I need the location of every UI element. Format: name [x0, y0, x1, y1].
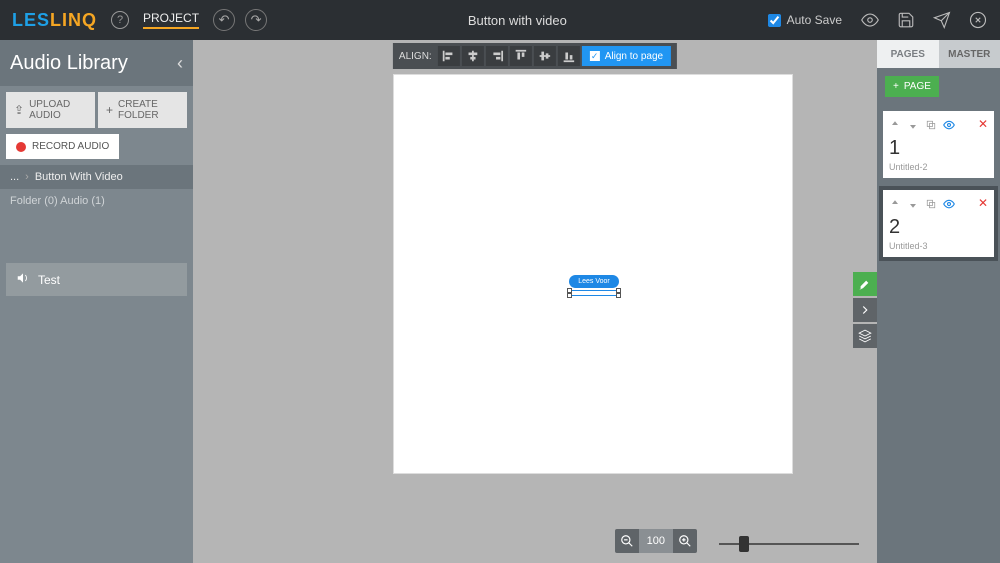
selection-box[interactable] [569, 290, 619, 296]
send-icon[interactable] [932, 10, 952, 30]
canvas[interactable]: Lees Voor [393, 74, 793, 474]
logo-part2: LINQ [50, 10, 97, 30]
resize-handle-br[interactable] [616, 293, 621, 298]
align-toolbar: ALIGN: ✓ Align to page [393, 43, 677, 69]
align-center-v-button[interactable] [534, 46, 556, 66]
canvas-area: ALIGN: ✓ Align to page Lees Voor [193, 40, 877, 563]
redo-button[interactable]: ↷ [245, 9, 267, 31]
duplicate-icon[interactable] [925, 118, 937, 130]
layers-button[interactable] [853, 324, 877, 348]
zoom-out-button[interactable] [615, 529, 639, 553]
move-up-icon[interactable] [889, 197, 901, 209]
folder-info: Folder (0) Audio (1) [0, 189, 193, 213]
slider-thumb[interactable] [739, 536, 749, 552]
zoom-controls: 100 [615, 529, 697, 553]
breadcrumb-current: Button With Video [35, 171, 123, 183]
autosave-checkbox[interactable] [768, 14, 781, 27]
upload-audio-button[interactable]: ⇪UPLOAD AUDIO [6, 92, 95, 128]
resize-handle-bl[interactable] [567, 293, 572, 298]
volume-icon [16, 271, 30, 288]
chevron-right-icon: › [25, 171, 29, 183]
align-right-button[interactable] [486, 46, 508, 66]
delete-icon[interactable]: ✕ [978, 196, 988, 210]
page-number: 2 [889, 216, 988, 239]
plus-icon: + [106, 103, 113, 117]
breadcrumb-root[interactable]: ... [10, 171, 19, 183]
selected-element[interactable]: Lees Voor [569, 275, 619, 296]
page-name: Untitled-3 [889, 241, 988, 251]
upload-icon: ⇪ [14, 103, 24, 117]
help-icon[interactable]: ? [111, 11, 129, 29]
tools-button[interactable] [853, 272, 877, 296]
close-icon[interactable] [968, 10, 988, 30]
visibility-icon[interactable] [943, 118, 955, 130]
preview-icon[interactable] [860, 10, 880, 30]
breadcrumb[interactable]: ... › Button With Video [0, 165, 193, 189]
add-page-button[interactable]: + PAGE [885, 76, 939, 97]
visibility-icon[interactable] [943, 197, 955, 209]
delete-icon[interactable]: ✕ [978, 117, 988, 131]
audio-item-name: Test [38, 273, 60, 287]
tab-pages[interactable]: PAGES [877, 40, 939, 68]
duplicate-icon[interactable] [925, 197, 937, 209]
audio-item[interactable]: Test [6, 263, 187, 296]
page-card[interactable]: ✕ 1 Untitled-2 [883, 111, 994, 178]
expand-panel-button[interactable] [853, 298, 877, 322]
save-icon[interactable] [896, 10, 916, 30]
zoom-in-button[interactable] [673, 529, 697, 553]
project-menu[interactable]: PROJECT [143, 11, 199, 29]
create-folder-button[interactable]: +CREATE FOLDER [98, 92, 187, 128]
left-panel: Audio Library ‹ ⇪UPLOAD AUDIO +CREATE FO… [0, 40, 193, 563]
zoom-value: 100 [639, 529, 673, 553]
zoom-slider[interactable] [719, 543, 859, 545]
top-bar: LESLINQ ? PROJECT ↶ ↷ Button with video … [0, 0, 1000, 40]
move-down-icon[interactable] [907, 197, 919, 209]
right-panel: PAGES MASTER + PAGE ✕ 1 Untitled-2 [877, 40, 1000, 563]
align-top-button[interactable] [510, 46, 532, 66]
align-to-page-toggle[interactable]: ✓ Align to page [582, 46, 671, 66]
logo-part1: LES [12, 10, 50, 30]
check-icon: ✓ [590, 51, 600, 61]
tab-master[interactable]: MASTER [939, 40, 1000, 68]
undo-button[interactable]: ↶ [213, 9, 235, 31]
autosave-toggle[interactable]: Auto Save [768, 13, 842, 27]
panel-title: Audio Library [10, 52, 128, 75]
align-center-h-button[interactable] [462, 46, 484, 66]
plus-icon: + [893, 81, 899, 92]
page-card[interactable]: ✕ 2 Untitled-3 [883, 190, 994, 257]
project-title: Button with video [267, 13, 768, 28]
logo: LESLINQ [12, 10, 97, 31]
canvas-button[interactable]: Lees Voor [569, 275, 619, 288]
collapse-panel-icon[interactable]: ‹ [177, 53, 183, 74]
align-left-button[interactable] [438, 46, 460, 66]
move-down-icon[interactable] [907, 118, 919, 130]
record-icon [16, 142, 26, 152]
record-audio-button[interactable]: RECORD AUDIO [6, 134, 119, 159]
autosave-label: Auto Save [787, 13, 842, 27]
align-label: ALIGN: [399, 51, 432, 62]
align-bottom-button[interactable] [558, 46, 580, 66]
page-name: Untitled-2 [889, 162, 988, 172]
move-up-icon[interactable] [889, 118, 901, 130]
page-number: 1 [889, 137, 988, 160]
